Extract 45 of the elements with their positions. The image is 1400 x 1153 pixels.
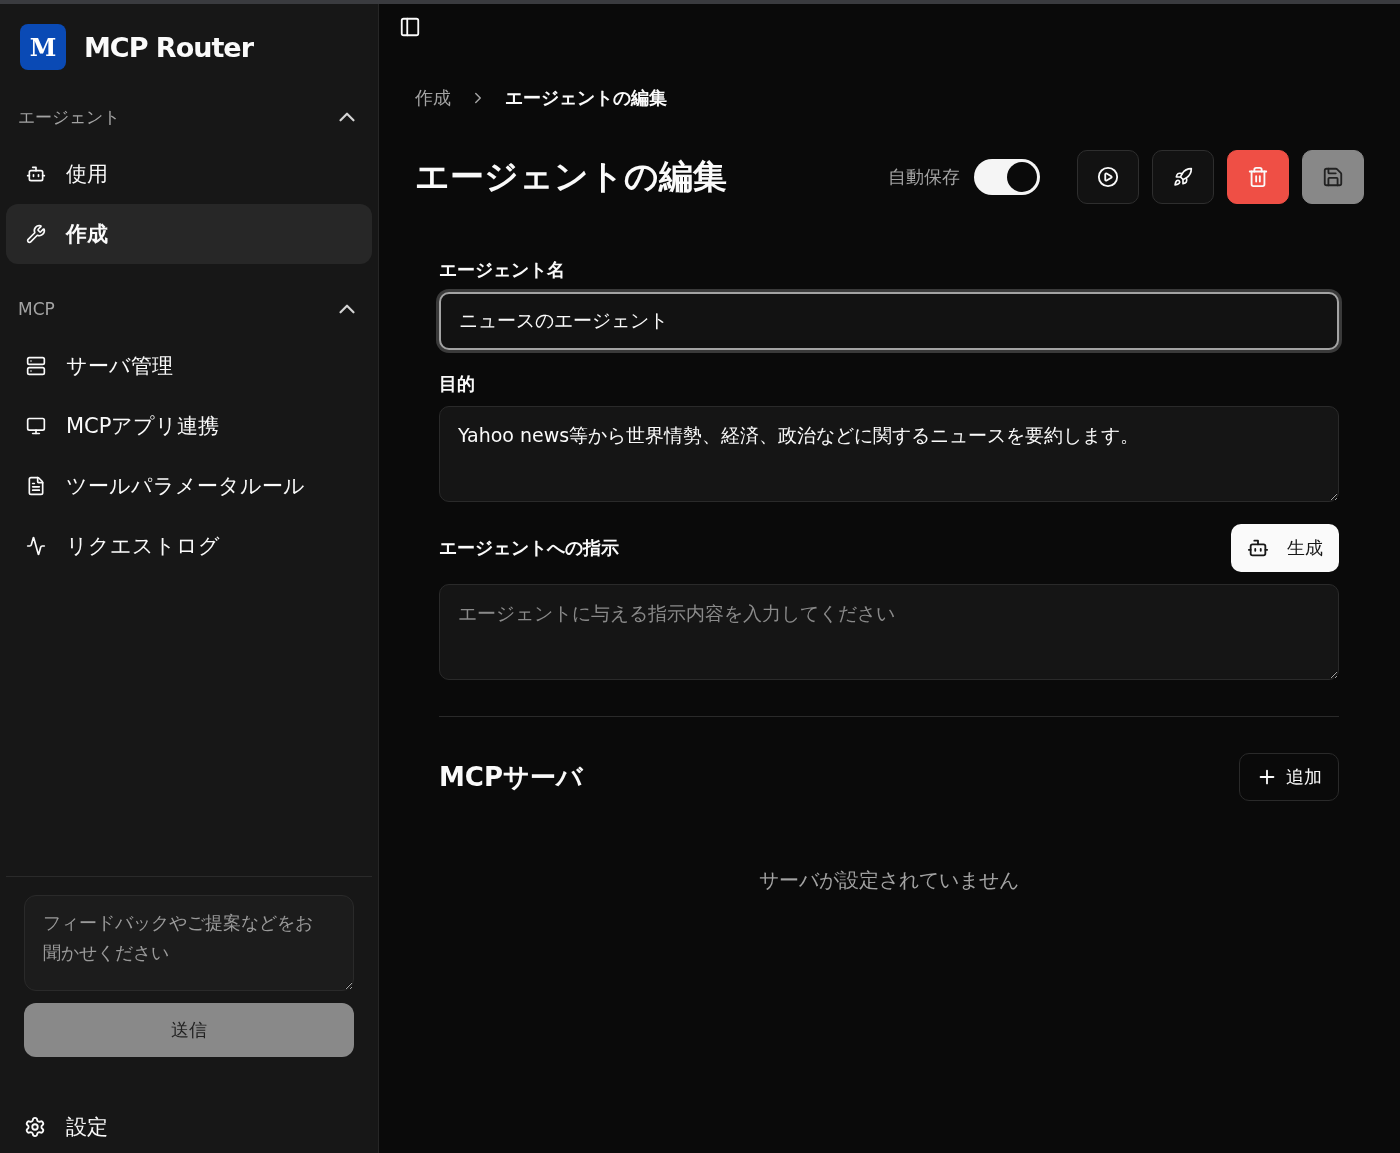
section-header[interactable]: エージェント — [6, 102, 372, 132]
add-button[interactable]: 追加 — [1239, 753, 1339, 801]
feedback-field[interactable]: フィードバックやご提案などをお聞かせください — [24, 895, 354, 991]
sidebar-item[interactable]: 使用 — [6, 144, 372, 204]
section-header[interactable]: MCP — [6, 294, 372, 324]
monitor-icon — [26, 416, 46, 436]
trash-icon — [1247, 166, 1269, 188]
document-icon — [26, 476, 46, 496]
page-title: エージェントの編集 — [415, 155, 728, 198]
save-button[interactable] — [1302, 150, 1364, 204]
app-title: MCP Router — [84, 31, 253, 63]
autosave-switch[interactable] — [974, 159, 1040, 195]
breadcrumb-link[interactable]: エージェントの編集 — [505, 86, 667, 110]
settings-icon — [24, 1116, 46, 1138]
breadcrumb-link[interactable]: 作成 — [415, 86, 451, 110]
run-button[interactable] — [1077, 150, 1139, 204]
robot-icon — [1247, 537, 1269, 559]
autosave-label: 自動保存 — [888, 165, 960, 189]
field-label: 目的 — [439, 372, 476, 396]
deploy-button[interactable] — [1152, 150, 1214, 204]
section-title: MCPサーバ — [439, 760, 583, 794]
delete-button[interactable] — [1227, 150, 1289, 204]
sidebar-item[interactable]: 作成 — [6, 204, 372, 264]
empty-message: サーバが設定されていません — [758, 867, 1020, 894]
sidebar-item[interactable]: サーバ管理 — [6, 336, 372, 396]
pulse-icon — [26, 536, 46, 556]
wrench-icon — [26, 224, 46, 244]
purpose-field[interactable]: Yahoo news等から世界情勢、経済、政治などに関するニュースを要約します。 — [439, 406, 1339, 502]
play-icon — [1097, 166, 1119, 188]
rocket-icon — [1173, 167, 1193, 187]
sidebar-item[interactable]: リクエストログ — [6, 516, 372, 576]
robot-icon — [26, 164, 46, 184]
send-button[interactable]: 送信 — [24, 1003, 354, 1057]
save-icon — [1322, 166, 1344, 188]
settings-link[interactable]: 設定 — [24, 1113, 354, 1141]
generate-button[interactable]: 生成 — [1231, 524, 1339, 572]
server-icon — [26, 356, 46, 376]
sidebar-toggle-button[interactable] — [399, 16, 421, 38]
field-label: エージェントへの指示 — [439, 536, 619, 560]
sidebar-item[interactable]: MCPアプリ連携 — [6, 396, 372, 456]
sidebar-item[interactable]: ツールパラメータルール — [6, 456, 372, 516]
app-logo: M — [20, 24, 66, 70]
instructions-field[interactable]: エージェントに与える指示内容を入力してください — [439, 584, 1339, 680]
field-label: エージェント名 — [439, 258, 566, 282]
agent-name-field[interactable]: ニュースのエージェント — [439, 292, 1339, 350]
